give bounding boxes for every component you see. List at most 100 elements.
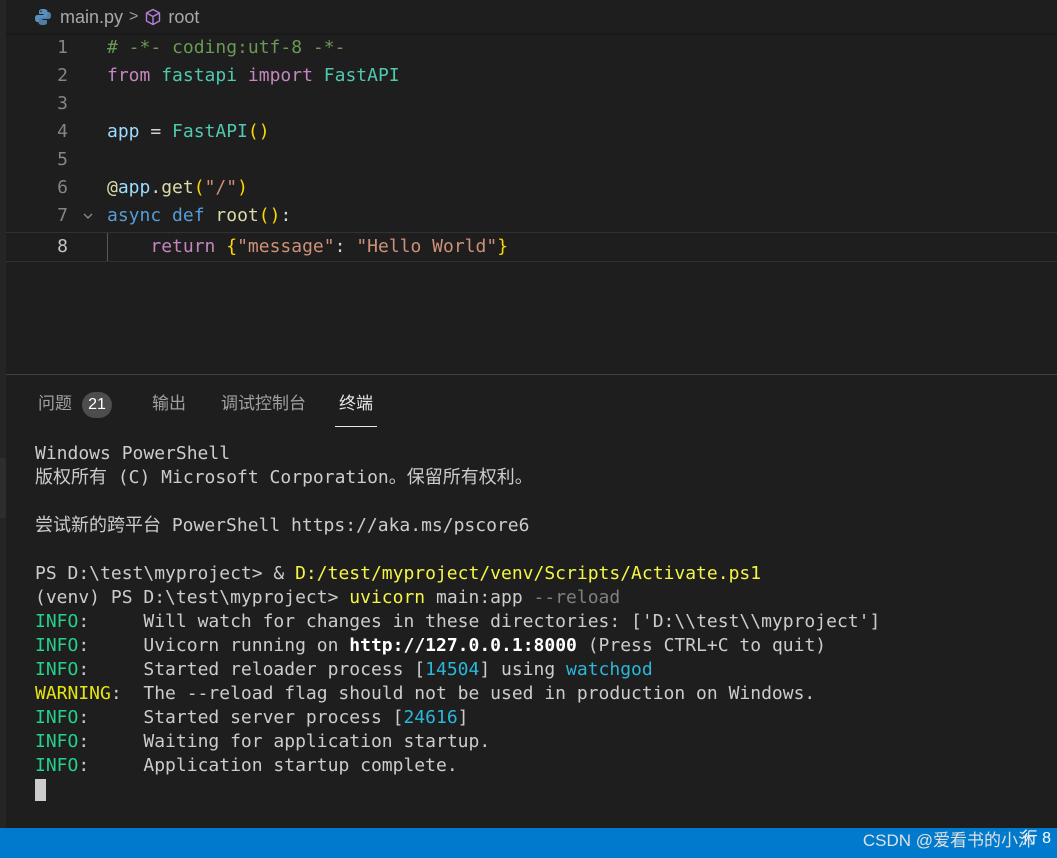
code-token: () [258,205,281,226]
terminal-line: Windows PowerShell [35,442,230,466]
code-token: { [226,236,238,257]
line-number: 8 [57,236,68,257]
terminal-output[interactable]: Windows PowerShell 版权所有 (C) Microsoft Cor… [35,442,1057,812]
code-text: app = FastAPI() [107,118,270,146]
terminal-segment: : The --reload flag should not be used i… [110,683,816,704]
code-text: async def root(): [107,202,291,230]
code-token: app [117,177,151,198]
fold-chevron-icon[interactable] [80,202,96,230]
panel-tab-label: 问题 [38,394,72,413]
panel-border [6,374,1057,375]
panel-tab[interactable]: 终端 [335,390,377,427]
terminal-line: 尝试新的跨平台 PowerShell https://aka.ms/pscore… [35,514,529,538]
code-editor[interactable]: 1 # -*- coding:utf-8 -*- 2 from fastapi imp… [6,34,1057,374]
terminal-segment: WARNING [35,683,111,704]
terminal-segment: (venv) PS D:\test\myproject> [35,587,350,608]
terminal-segment: 14504 [425,659,480,680]
terminal-segment: INFO [35,635,79,656]
terminal-segment: watchgod [566,659,653,680]
code-line[interactable]: 4 app = FastAPI() [6,118,1057,146]
symbol-cube-icon [146,8,161,26]
terminal-line: INFO: Uvicorn running on http://127.0.0.… [35,634,826,658]
terminal-segment: : Uvicorn running on [78,635,350,656]
terminal-segment: ] using [479,659,567,680]
breadcrumb-symbol[interactable]: root [168,7,199,28]
terminal-segment: PS D:\test\myproject> & [35,563,296,584]
code-line[interactable]: 7 async def root(): [6,202,1057,230]
code-token: app [107,121,140,142]
code-token: get [161,177,194,198]
terminal-line: INFO: Application startup complete. [35,754,458,778]
code-token: "message" [237,236,335,257]
code-token: @ [107,177,118,198]
breadcrumb-file[interactable]: main.py [60,7,123,28]
code-token: async [107,205,162,226]
code-token: def [172,205,205,226]
terminal-line: 版权所有 (C) Microsoft Corporation。保留所有权利。 [35,466,533,490]
terminal-segment: uvicorn [349,587,426,608]
panel-tab[interactable]: 问题 21 [38,390,112,418]
code-token: # -*- coding:utf-8 -*- [107,37,346,58]
line-number: 6 [57,177,68,198]
line-number: 2 [57,65,68,86]
problems-count-badge: 21 [82,391,112,418]
terminal-line: WARNING: The --reload flag should not be… [35,682,815,706]
terminal-segment: 版权所有 (C) Microsoft Corporation。保留所有权利。 [35,467,533,488]
code-token: : [334,236,357,257]
code-token: "Hello World" [356,236,498,257]
line-number: 3 [57,93,68,114]
terminal-segment: 24616 [403,707,458,728]
code-token: : [280,205,292,226]
terminal-segment: INFO [35,707,79,728]
code-line[interactable]: 5 [6,146,1057,174]
terminal-segment: INFO [35,659,79,680]
code-token: from [107,65,151,86]
terminal-segment: Windows PowerShell [35,443,231,464]
terminal-segment: INFO [35,731,79,752]
panel-tab[interactable]: 调试控制台 [221,390,306,418]
code-token: . [150,177,162,198]
breadcrumb-separator: > [129,8,139,25]
terminal-segment: : Waiting for application startup. [78,731,491,752]
panel-tab-bar: 问题 21 输出 调试控制台 终端 [6,376,1057,430]
terminal-segment: (Press CTRL+C to quit) [576,635,827,656]
terminal-segment: ] [457,707,469,728]
line-number: 5 [57,149,68,170]
code-text: # -*- coding:utf-8 -*- [107,34,345,62]
terminal-segment: http://127.0.0.1:8000 [349,635,577,656]
panel-tab[interactable]: 输出 [152,390,186,418]
code-line[interactable]: 8 return {"message": "Hello World"} [6,232,1057,262]
panel-tab-label: 终端 [339,394,373,413]
terminal-cursor [35,779,46,801]
code-token: return [150,236,216,257]
terminal-segment: : Will watch for changes in these direct… [78,611,881,632]
code-token: fastapi [161,65,238,86]
terminal-segment: : Started reloader process [ [78,659,426,680]
code-token: () [247,121,270,142]
code-text: from fastapi import FastAPI [107,62,400,90]
code-line[interactable]: 2 from fastapi import FastAPI [6,62,1057,90]
code-token: } [497,236,509,257]
code-token: = [139,121,173,142]
terminal-segment: main:app [425,587,534,608]
line-number: 1 [57,37,68,58]
terminal-segment: 尝试新的跨平台 PowerShell https://aka.ms/pscore… [35,515,530,536]
terminal-segment: --reload [533,587,621,608]
code-text: @app.get("/") [107,174,248,202]
terminal-segment: INFO [35,755,79,776]
panel-tab-label: 输出 [152,394,186,413]
code-token: ( [193,177,205,198]
terminal-line: INFO: Started reloader process [14504] u… [35,658,653,682]
code-line[interactable]: 3 [6,90,1057,118]
terminal-line: INFO: Waiting for application startup. [35,730,490,754]
line-number: 4 [57,121,68,142]
code-token: root [215,205,259,226]
code-line[interactable]: 1 # -*- coding:utf-8 -*- [6,34,1057,62]
terminal-segment: : Started server process [ [78,707,404,728]
code-line[interactable]: 6 @app.get("/") [6,174,1057,202]
